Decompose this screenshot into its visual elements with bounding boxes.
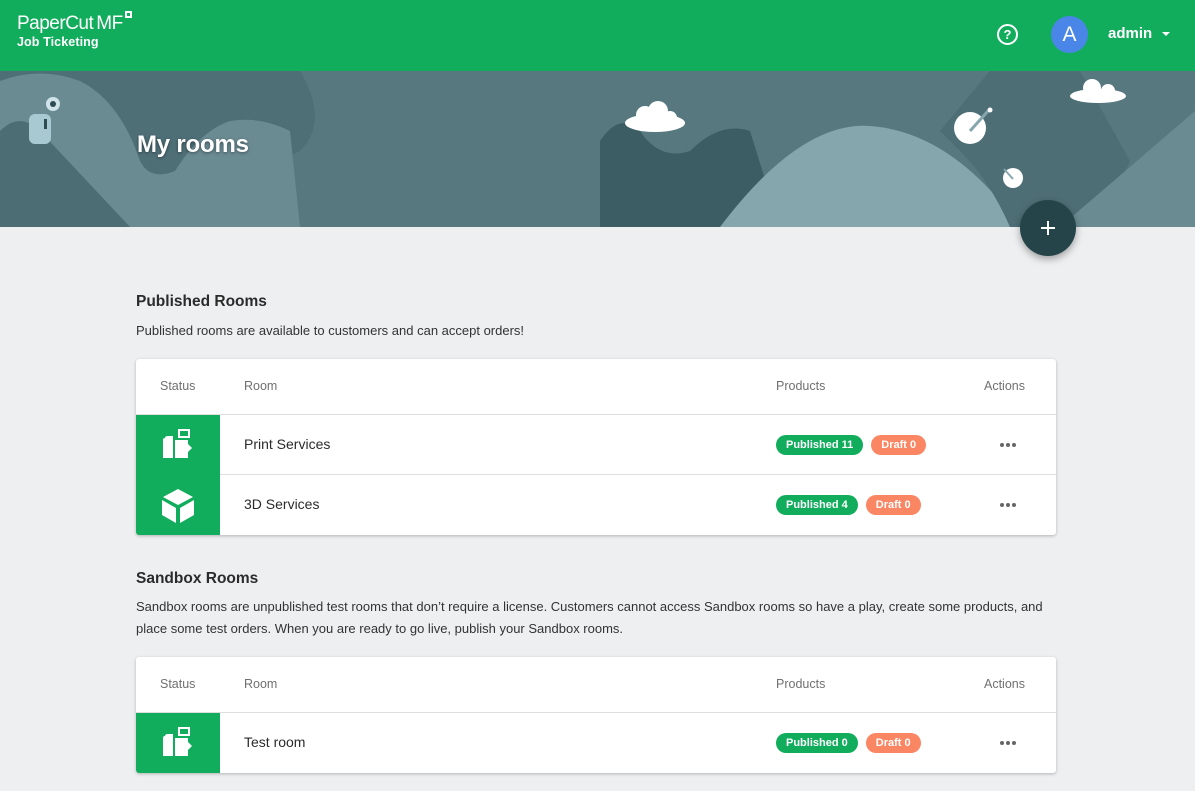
add-room-button[interactable] (1020, 200, 1076, 256)
section-title: Sandbox Rooms (136, 570, 259, 587)
product-counts: Published 0 Draft 0 (776, 733, 921, 753)
published-rooms-table: Status Room Products Actions Print Servi… (136, 359, 1056, 535)
published-count-badge: Published 0 (776, 733, 858, 753)
published-count-badge: Published 4 (776, 495, 858, 515)
top-bar: PaperCut MF Job Ticketing ? A admin (0, 0, 1195, 71)
column-header-status: Status (160, 677, 196, 691)
status-cell (136, 713, 220, 773)
logo[interactable]: PaperCut MF Job Ticketing (17, 11, 132, 49)
user-menu[interactable]: admin (1108, 25, 1171, 42)
product-counts: Published 11 Draft 0 (776, 435, 927, 455)
column-header-room: Room (244, 379, 278, 393)
product-name: Job Ticketing (17, 35, 99, 49)
sandbox-rooms-section: Sandbox Rooms Sandbox rooms are unpublis… (136, 570, 1056, 640)
draft-count-badge: Draft 0 (865, 495, 921, 515)
avatar[interactable]: A (1051, 16, 1088, 53)
brand-name: PaperCut (17, 13, 94, 34)
column-header-status: Status (160, 379, 196, 393)
table-header: Status Room Products Actions (136, 359, 1056, 415)
more-actions-icon[interactable] (998, 435, 1018, 455)
table-row[interactable]: 3D Services Published 4 Draft 0 (136, 475, 1056, 535)
room-name[interactable]: Print Services (244, 436, 330, 452)
more-actions-icon[interactable] (998, 495, 1018, 515)
section-title: Published Rooms (136, 293, 267, 310)
draft-count-badge: Draft 0 (865, 733, 921, 753)
chevron-down-icon (1162, 31, 1171, 36)
section-description: Sandbox rooms are unpublished test rooms… (136, 599, 1043, 636)
satellite-dish-icon (1003, 168, 1023, 188)
print-services-icon (163, 429, 192, 458)
table-header: Status Room Products Actions (136, 657, 1056, 713)
published-rooms-section: Published Rooms Published rooms are avai… (136, 293, 1056, 342)
page-title: My rooms (137, 131, 249, 158)
sandbox-rooms-table: Status Room Products Actions Test room P… (136, 657, 1056, 773)
published-count-badge: Published 11 (776, 435, 864, 455)
status-cell (136, 415, 220, 475)
column-header-actions: Actions (984, 379, 1025, 393)
cube-3d-icon (162, 489, 194, 523)
brand-suffix: MF (96, 13, 123, 34)
section-description: Published rooms are available to custome… (136, 323, 525, 338)
plus-icon-stem (1047, 221, 1049, 235)
column-header-actions: Actions (984, 677, 1025, 691)
column-header-room: Room (244, 677, 278, 691)
more-actions-icon[interactable] (998, 733, 1018, 753)
column-header-products: Products (776, 677, 826, 691)
room-name[interactable]: 3D Services (244, 496, 319, 512)
room-name[interactable]: Test room (244, 734, 305, 750)
column-header-products: Products (776, 379, 826, 393)
username: admin (1108, 25, 1153, 42)
status-cell (136, 475, 220, 535)
help-icon[interactable]: ? (997, 24, 1018, 45)
logo-flag-icon (124, 11, 132, 18)
print-services-icon (163, 727, 192, 756)
product-counts: Published 4 Draft 0 (776, 495, 921, 515)
table-row[interactable]: Print Services Published 11 Draft 0 (136, 415, 1056, 475)
table-row[interactable]: Test room Published 0 Draft 0 (136, 713, 1056, 773)
draft-count-badge: Draft 0 (871, 435, 927, 455)
